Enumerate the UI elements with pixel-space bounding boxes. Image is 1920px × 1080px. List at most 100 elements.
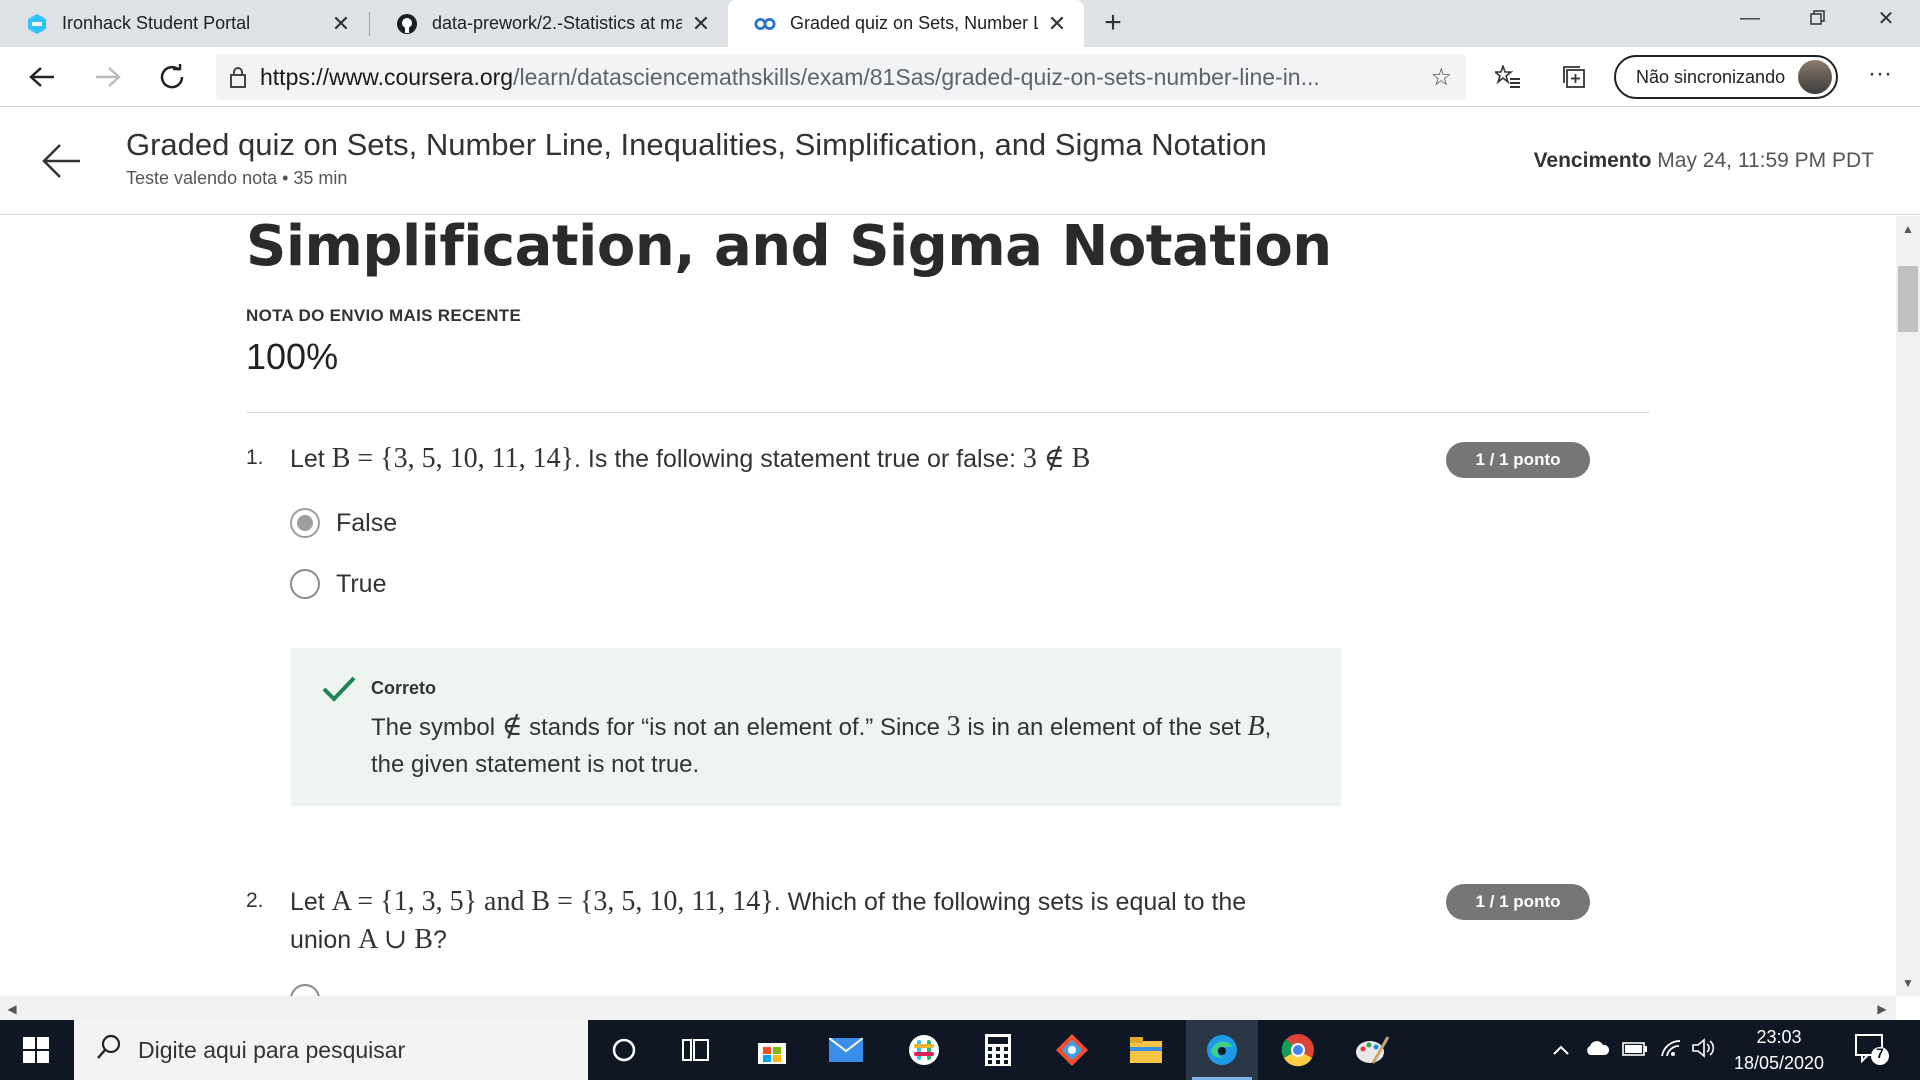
due-label: Vencimento xyxy=(1533,149,1652,172)
favorites-list-icon[interactable] xyxy=(1490,59,1526,95)
grade-label: NOTA DO ENVIO MAIS RECENTE xyxy=(246,306,522,325)
url-domain: https://www.coursera.org xyxy=(260,63,514,90)
sync-label: Não sincronizando xyxy=(1636,66,1786,87)
battery-icon[interactable] xyxy=(1622,1040,1648,1061)
lock-icon xyxy=(216,66,260,88)
quiz-subtitle: Teste valendo nota • 35 min xyxy=(126,168,348,188)
back-arrow-icon[interactable] xyxy=(40,139,84,183)
page-title: Simplification, and Sigma Notation xyxy=(246,216,1332,279)
close-icon[interactable]: ✕ xyxy=(688,11,714,37)
browser-tab-strip: Ironhack Student Portal ✕ data-prework/2… xyxy=(0,0,1920,47)
notification-center-icon[interactable]: 7 xyxy=(1854,1032,1894,1068)
scroll-left-icon[interactable]: ◀ xyxy=(0,1002,24,1016)
scrollbar-thumb[interactable] xyxy=(1898,266,1918,332)
chevron-up-icon[interactable] xyxy=(1552,1040,1570,1061)
feedback-part: the given statement is not true. xyxy=(371,751,700,778)
due-value: May 24, 11:59 PM PDT xyxy=(1657,149,1874,172)
windows-taskbar: Digite aqui para pesquisar 23:03 18/05/2… xyxy=(0,1020,1920,1080)
option-label: True xyxy=(336,569,387,598)
checkmark-icon xyxy=(321,674,357,709)
taskbar-search-input[interactable]: Digite aqui para pesquisar xyxy=(74,1020,588,1080)
taskbar-clock[interactable]: 23:03 18/05/2020 xyxy=(1714,1024,1844,1076)
scroll-down-icon[interactable]: ▼ xyxy=(1896,976,1920,990)
feedback-part: is in an element of the set xyxy=(967,714,1241,741)
feedback-part: stands for “is not an element of.” Since xyxy=(529,714,940,741)
radio-button[interactable] xyxy=(290,984,320,996)
file-explorer-icon[interactable] xyxy=(1110,1020,1182,1080)
task-view-icon[interactable] xyxy=(660,1020,732,1080)
minimize-icon[interactable]: — xyxy=(1716,0,1784,36)
ironhack-icon xyxy=(26,13,48,35)
collections-icon[interactable] xyxy=(1556,59,1592,95)
onedrive-cloud-icon[interactable] xyxy=(1584,1040,1610,1061)
favorite-star-icon[interactable]: ☆ xyxy=(1430,63,1452,92)
close-icon[interactable]: ✕ xyxy=(328,11,354,37)
edge-browser-icon[interactable] xyxy=(1186,1020,1258,1080)
new-tab-button[interactable]: + xyxy=(1096,6,1130,40)
git-kraken-icon[interactable] xyxy=(1036,1020,1108,1080)
tab-label: Graded quiz on Sets, Number Line xyxy=(790,13,1038,33)
sync-profile-button[interactable]: Não sincronizando xyxy=(1614,55,1838,99)
divider xyxy=(246,412,1650,413)
question-number: 2. xyxy=(246,889,264,912)
scroll-up-icon[interactable]: ▲ xyxy=(1896,222,1920,236)
slack-icon[interactable] xyxy=(888,1020,960,1080)
math-set-b: B = {3, 5, 10, 11, 14} xyxy=(531,886,774,917)
browser-toolbar: https://www.coursera.org/learn/datascien… xyxy=(0,47,1920,107)
windows-start-icon[interactable] xyxy=(0,1020,72,1080)
feedback-number: 3 xyxy=(946,711,961,742)
tab-ironhack[interactable]: Ironhack Student Portal ✕ xyxy=(0,0,368,47)
quiz-header: Graded quiz on Sets, Number Line, Inequa… xyxy=(0,107,1920,215)
grade-value: 100% xyxy=(246,336,339,377)
scroll-right-icon[interactable]: ▶ xyxy=(1870,1002,1894,1016)
option-false[interactable]: False xyxy=(290,508,397,538)
close-icon[interactable]: ✕ xyxy=(1044,11,1070,37)
search-icon xyxy=(96,1034,122,1066)
question-prefix: Let xyxy=(290,888,325,916)
calculator-icon[interactable] xyxy=(962,1020,1034,1080)
horizontal-scrollbar[interactable] xyxy=(0,996,1896,1020)
volume-icon[interactable] xyxy=(1692,1037,1716,1063)
back-icon[interactable] xyxy=(22,57,62,97)
window-close-icon[interactable]: ✕ xyxy=(1852,0,1920,36)
forward-icon[interactable] xyxy=(88,57,128,97)
tab-coursera[interactable]: Graded quiz on Sets, Number Line ✕ xyxy=(728,0,1084,47)
math-union: A ∪ B xyxy=(358,924,433,955)
tab-label: data-prework/2.-Statistics at master xyxy=(432,13,682,33)
tab-github[interactable]: data-prework/2.-Statistics at master ✕ xyxy=(370,0,728,47)
question-prefix: Let xyxy=(290,445,325,473)
address-bar[interactable]: https://www.coursera.org/learn/datascien… xyxy=(216,54,1466,100)
cortana-icon[interactable] xyxy=(588,1020,660,1080)
feedback-title: Correto xyxy=(371,678,437,698)
question-text: Let B = {3, 5, 10, 11, 14}. Is the follo… xyxy=(290,440,1090,478)
question-number: 1. xyxy=(246,446,264,469)
radio-button[interactable] xyxy=(290,508,320,538)
chrome-icon[interactable] xyxy=(1262,1020,1334,1080)
math-set-a: A = {1, 3, 5} xyxy=(331,886,478,917)
notification-count: 7 xyxy=(1876,1045,1884,1061)
clock-date: 18/05/2020 xyxy=(1733,1053,1825,1073)
refresh-icon[interactable] xyxy=(152,57,192,97)
more-menu-icon[interactable]: ··· xyxy=(1860,59,1900,95)
question-mid: . Which of the following sets is equal t… xyxy=(773,888,1247,916)
option-label: False xyxy=(336,508,398,537)
quiz-title: Graded quiz on Sets, Number Line, Inequa… xyxy=(126,127,1267,162)
question-mid: . Is the following statement true or fal… xyxy=(574,445,1016,473)
restore-icon[interactable] xyxy=(1784,0,1852,36)
store-icon[interactable] xyxy=(736,1020,808,1080)
radio-dot xyxy=(297,515,313,531)
due-date: Vencimento May 24, 11:59 PM PDT xyxy=(1534,149,1874,173)
wifi-icon[interactable] xyxy=(1660,1039,1682,1062)
feedback-part: The symbol xyxy=(371,714,496,741)
option-partial[interactable] xyxy=(290,984,336,996)
feedback-part: , xyxy=(1264,714,1272,741)
tab-label: Ironhack Student Portal xyxy=(62,13,251,33)
radio-button[interactable] xyxy=(290,569,320,599)
system-tray xyxy=(1552,1020,1716,1080)
mail-icon[interactable] xyxy=(810,1020,882,1080)
math-and: and xyxy=(484,886,525,917)
question-line2-prefix: union xyxy=(290,926,352,954)
paint-icon[interactable] xyxy=(1336,1020,1408,1080)
option-true[interactable]: True xyxy=(290,569,386,599)
vertical-scrollbar[interactable] xyxy=(1896,216,1920,996)
